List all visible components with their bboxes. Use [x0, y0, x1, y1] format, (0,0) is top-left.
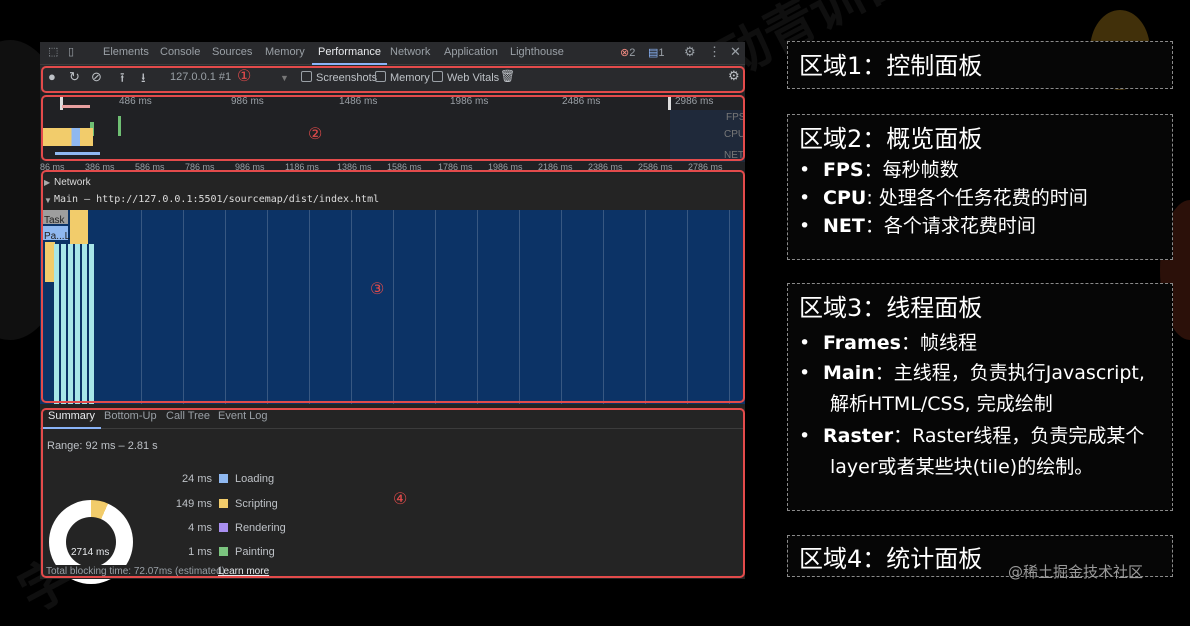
bullet-raster: • Raster：Raster线程，负责完成某个	[799, 421, 1144, 448]
region-1-highlight	[41, 66, 745, 93]
bullet-key: NET	[823, 215, 865, 237]
bullet-text-cont: layer或者某些块(tile)的绘制。	[830, 456, 1094, 478]
message-icon: ▤	[648, 47, 659, 59]
panel-region-1: 区域1：控制面板	[787, 41, 1173, 89]
devtools-tabbar: ⬚ ▯ Elements Console Sources Memory Perf…	[40, 42, 745, 65]
panel-title: 区域2：概览面板	[799, 125, 983, 153]
bullet-text: ：帧线程	[900, 332, 977, 354]
bullet-text: ：Raster线程，负责完成某个	[893, 425, 1145, 447]
message-count: 1	[658, 47, 665, 59]
bullet-dot: •	[799, 332, 811, 354]
bullet-frames: • Frames：帧线程	[799, 328, 977, 355]
panel-title: 区域3：线程面板	[799, 294, 983, 322]
devtools-window: ⬚ ▯ Elements Console Sources Memory Perf…	[40, 42, 745, 584]
bullet-text: ：主线程，负责执行Javascript,	[874, 362, 1145, 384]
bullet-key: Main	[823, 362, 875, 384]
region-1-number: ①	[237, 68, 252, 85]
tab-sources[interactable]: Sources	[212, 46, 252, 58]
tab-console[interactable]: Console	[160, 46, 200, 58]
bullet-key: Frames	[823, 332, 901, 354]
close-icon[interactable]: ✕	[730, 44, 741, 60]
inspect-icon[interactable]: ⬚	[48, 45, 58, 58]
device-toolbar-icon[interactable]: ▯	[68, 45, 74, 58]
error-badge[interactable]: ⊗2	[620, 46, 635, 59]
bullet-main-cont: 解析HTML/CSS, 完成绘制	[830, 389, 1053, 416]
tab-memory[interactable]: Memory	[265, 46, 305, 58]
bullet-raster-cont: layer或者某些块(tile)的绘制。	[830, 452, 1093, 479]
region-2-highlight	[41, 95, 745, 161]
bullet-dot: •	[799, 187, 811, 209]
panel-region-3: 区域3：线程面板 • Frames：帧线程 • Main：主线程，负责执行Javas…	[787, 283, 1173, 511]
bullet-text: : 处理各个任务花费的时间	[866, 187, 1088, 209]
error-count: 2	[629, 47, 636, 59]
panel-title: 区域4：统计面板	[799, 545, 983, 573]
region-3-highlight	[41, 170, 745, 403]
bullet-text-cont: 解析HTML/CSS, 完成绘制	[830, 393, 1053, 415]
error-icon: ⊗	[620, 47, 630, 59]
panel-region-2: 区域2：概览面板 • FPS：每秒帧数 • CPU: 处理各个任务花费的时间 • NE…	[787, 114, 1173, 260]
bullet-dot: •	[799, 425, 811, 447]
bullet-key: Raster	[823, 425, 894, 447]
bullet-dot: •	[799, 362, 811, 384]
bullet-text: ：各个请求花费时间	[864, 215, 1036, 237]
credit-text: @稀土掘金技术社区	[1008, 563, 1144, 581]
bullet-cpu: • CPU: 处理各个任务花费的时间	[799, 183, 1088, 210]
bullet-key: FPS	[823, 159, 864, 181]
bullet-fps: • FPS：每秒帧数	[799, 155, 959, 182]
region-2-number: ②	[308, 126, 323, 143]
bullet-net: • NET：各个请求花费时间	[799, 211, 1036, 238]
bullet-main: • Main：主线程，负责执行Javascript,	[799, 358, 1145, 385]
bullet-dot: •	[799, 215, 811, 237]
more-menu-icon[interactable]: ⋮	[708, 44, 721, 60]
tab-lighthouse[interactable]: Lighthouse	[510, 46, 564, 58]
message-badge[interactable]: ▤1	[648, 46, 665, 59]
bullet-text: ：每秒帧数	[863, 159, 959, 181]
settings-gear-icon[interactable]: ⚙	[684, 44, 696, 60]
bullet-dot: •	[799, 159, 811, 181]
tab-elements[interactable]: Elements	[103, 46, 149, 58]
bullet-key: CPU	[823, 187, 867, 209]
region-3-number: ③	[370, 281, 385, 298]
tab-performance[interactable]: Performance	[312, 46, 387, 65]
tab-application[interactable]: Application	[444, 46, 498, 58]
panel-title: 区域1：控制面板	[799, 52, 983, 80]
tab-network[interactable]: Network	[390, 46, 430, 58]
region-4-number: ④	[393, 491, 408, 508]
